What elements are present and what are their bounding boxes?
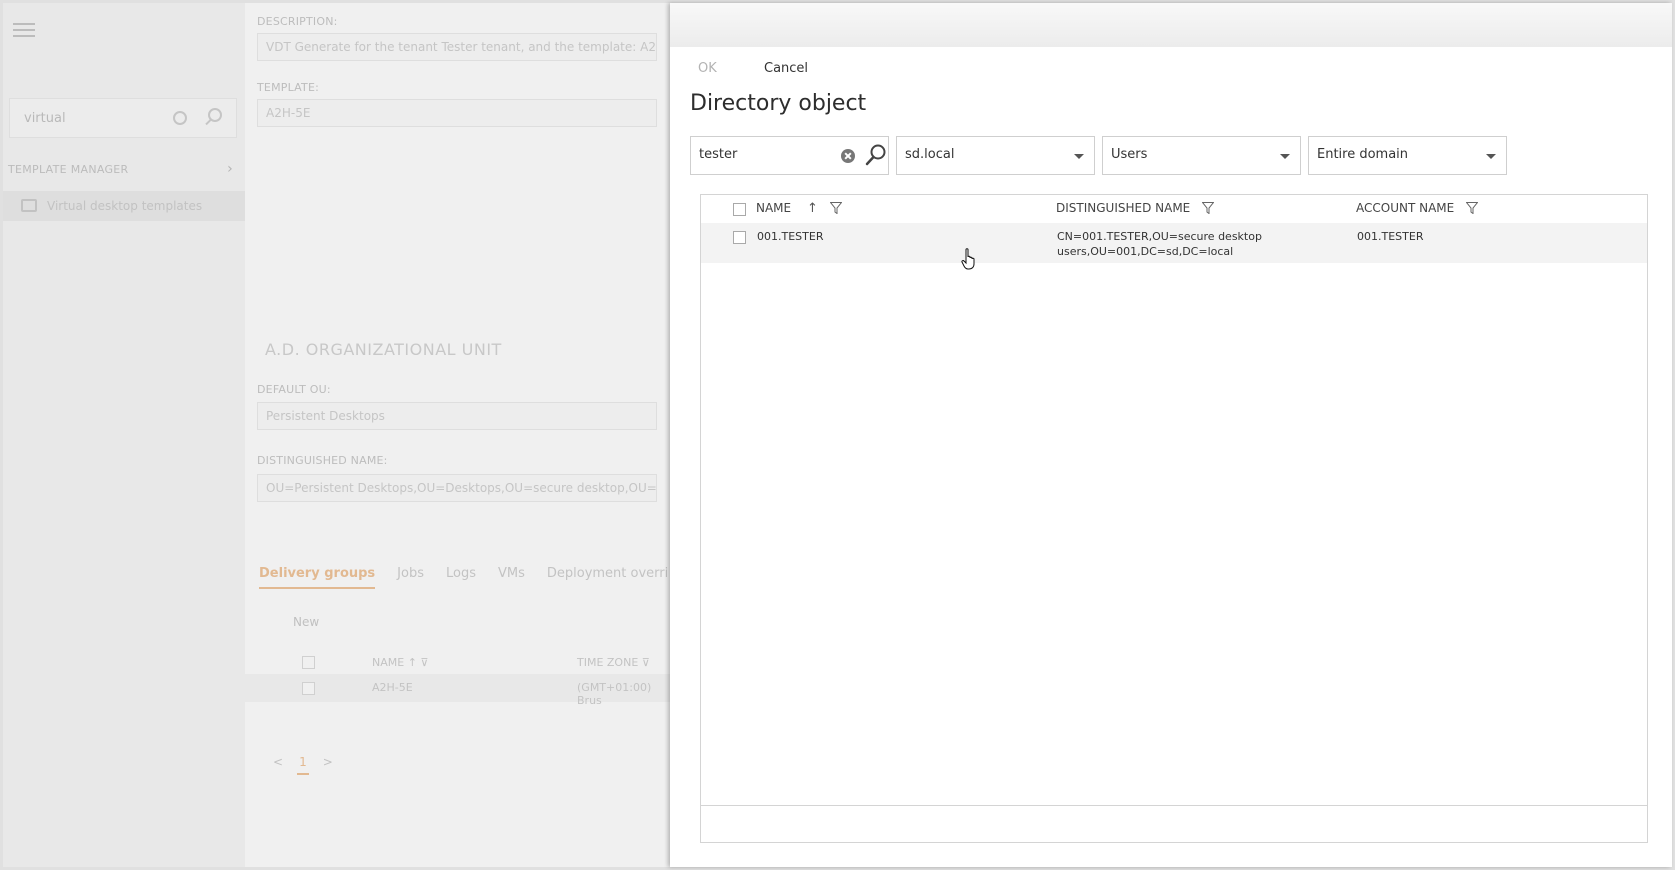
row-dn-line2: users,OU=001,DC=sd,DC=local	[1057, 245, 1234, 258]
cancel-button[interactable]: Cancel	[764, 61, 808, 76]
scope-select-value: Entire domain	[1317, 147, 1409, 162]
ok-button[interactable]: OK	[698, 61, 717, 76]
object-type-select[interactable]: Users	[1102, 136, 1301, 175]
row-account-name: 001.TESTER	[1357, 230, 1424, 243]
directory-object-dialog: OK Cancel Directory object tester sd.loc…	[670, 3, 1672, 867]
row-dn-line1: CN=001.TESTER,OU=secure desktop	[1057, 230, 1262, 243]
caret-down-icon	[1280, 154, 1290, 159]
domain-select-value: sd.local	[905, 147, 955, 162]
grid-header: NAME ↑ DISTINGUISHED NAME ACCOUNT NAME	[701, 195, 1647, 221]
dialog-title: Directory object	[690, 91, 867, 116]
caret-down-icon	[1074, 154, 1084, 159]
search-icon[interactable]	[865, 143, 887, 167]
directory-grid: NAME ↑ DISTINGUISHED NAME ACCOUNT NAME 0…	[700, 194, 1648, 843]
modal-backdrop	[3, 3, 670, 867]
dialog-header-bar	[670, 3, 1672, 47]
filter-icon[interactable]	[1202, 202, 1215, 214]
row-checkbox[interactable]	[733, 231, 746, 244]
filter-icon[interactable]	[1466, 202, 1479, 214]
search-field[interactable]: tester	[690, 136, 889, 175]
table-row[interactable]: 001.TESTER CN=001.TESTER,OU=secure deskt…	[701, 223, 1647, 263]
row-distinguished-name: CN=001.TESTER,OU=secure desktop users,OU…	[1057, 229, 1262, 259]
scope-select[interactable]: Entire domain	[1308, 136, 1507, 175]
hand-cursor-icon	[961, 248, 975, 270]
caret-down-icon	[1486, 154, 1496, 159]
grid-footer	[701, 805, 1647, 843]
column-header-dn-label: DISTINGUISHED NAME	[1056, 201, 1191, 215]
sort-asc-icon[interactable]: ↑	[807, 201, 818, 216]
search-input[interactable]: tester	[699, 147, 737, 162]
column-header-distinguished-name[interactable]: DISTINGUISHED NAME	[1056, 201, 1215, 215]
select-all-checkbox[interactable]	[733, 203, 746, 216]
domain-select[interactable]: sd.local	[896, 136, 1095, 175]
column-header-account-name[interactable]: ACCOUNT NAME	[1356, 201, 1479, 215]
clear-icon[interactable]	[841, 149, 855, 163]
row-name: 001.TESTER	[757, 230, 824, 243]
column-header-name[interactable]: NAME ↑	[756, 201, 842, 216]
object-type-select-value: Users	[1111, 147, 1148, 162]
filter-icon[interactable]	[829, 202, 842, 214]
column-header-account-label: ACCOUNT NAME	[1356, 201, 1455, 215]
column-header-name-label: NAME	[756, 201, 792, 215]
